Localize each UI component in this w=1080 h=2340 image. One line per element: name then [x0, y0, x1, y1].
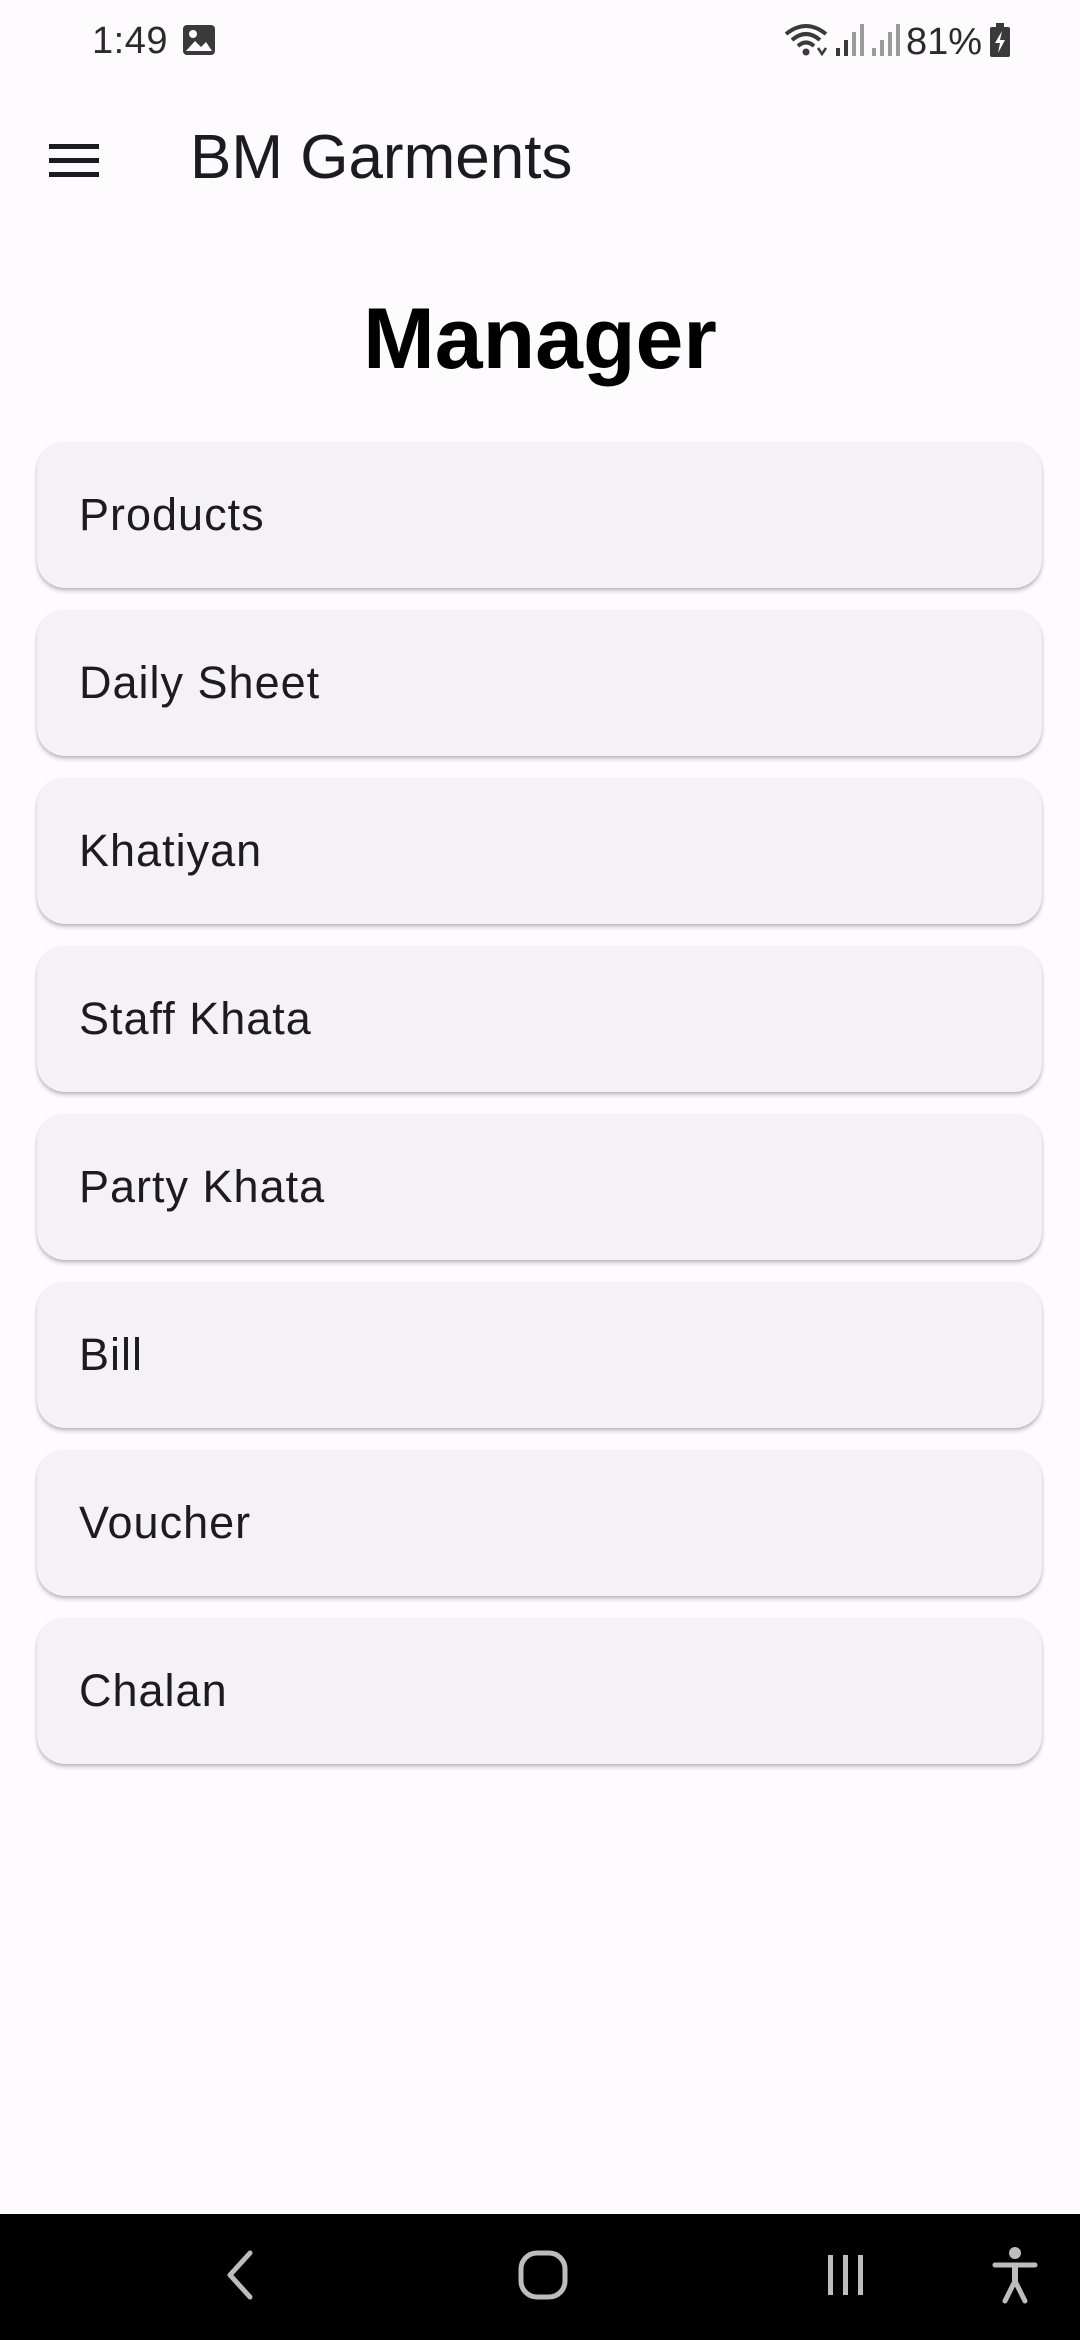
- system-navigation-bar: [0, 2214, 1080, 2340]
- menu-item-bill[interactable]: Bill: [37, 1282, 1042, 1428]
- menu-button[interactable]: [22, 110, 126, 214]
- recents-button[interactable]: [796, 2232, 896, 2322]
- menu-item-party-khata[interactable]: Party Khata: [37, 1114, 1042, 1260]
- signal-icon-2: [870, 22, 900, 63]
- back-chevron-icon: [220, 2249, 260, 2306]
- menu-item-label: Party Khata: [79, 1161, 326, 1212]
- status-bar: 1:49 81%: [0, 0, 1080, 84]
- accessibility-button[interactable]: [965, 2232, 1065, 2322]
- menu-item-label: Khatiyan: [79, 825, 263, 876]
- menu-item-label: Bill: [79, 1329, 144, 1380]
- status-time: 1:49: [92, 20, 168, 62]
- home-button[interactable]: [493, 2232, 593, 2322]
- status-indicators: 81%: [784, 18, 1012, 66]
- page-heading: Manager: [363, 291, 717, 387]
- menu-item-label: Daily Sheet: [79, 657, 321, 708]
- manager-menu-list: Products Daily Sheet Khatiyan Staff Khat…: [37, 442, 1042, 1786]
- accessibility-icon: [991, 2245, 1039, 2310]
- menu-item-daily-sheet[interactable]: Daily Sheet: [37, 610, 1042, 756]
- app-bar: BM Garments: [0, 84, 1080, 232]
- app-title: BM Garments: [190, 123, 573, 192]
- signal-icon-1: [834, 22, 864, 63]
- recents-icon: [822, 2251, 870, 2304]
- menu-item-label: Products: [79, 489, 265, 540]
- gallery-notification-icon: [182, 24, 216, 56]
- menu-item-label: Staff Khata: [79, 993, 312, 1044]
- menu-item-voucher[interactable]: Voucher: [37, 1450, 1042, 1596]
- wifi-icon: [784, 22, 828, 63]
- battery-charging-icon: [988, 22, 1012, 63]
- menu-item-chalan[interactable]: Chalan: [37, 1618, 1042, 1764]
- back-button[interactable]: [190, 2232, 290, 2322]
- menu-item-label: Voucher: [79, 1497, 252, 1548]
- screen: 1:49 81% BM Garments Manager Products Da…: [0, 0, 1080, 2340]
- hamburger-menu-icon: [49, 142, 99, 183]
- menu-item-products[interactable]: Products: [37, 442, 1042, 588]
- menu-item-staff-khata[interactable]: Staff Khata: [37, 946, 1042, 1092]
- battery-percent: 81%: [905, 20, 982, 63]
- home-icon: [517, 2249, 569, 2306]
- menu-item-khatiyan[interactable]: Khatiyan: [37, 778, 1042, 924]
- menu-item-label: Chalan: [79, 1665, 228, 1716]
